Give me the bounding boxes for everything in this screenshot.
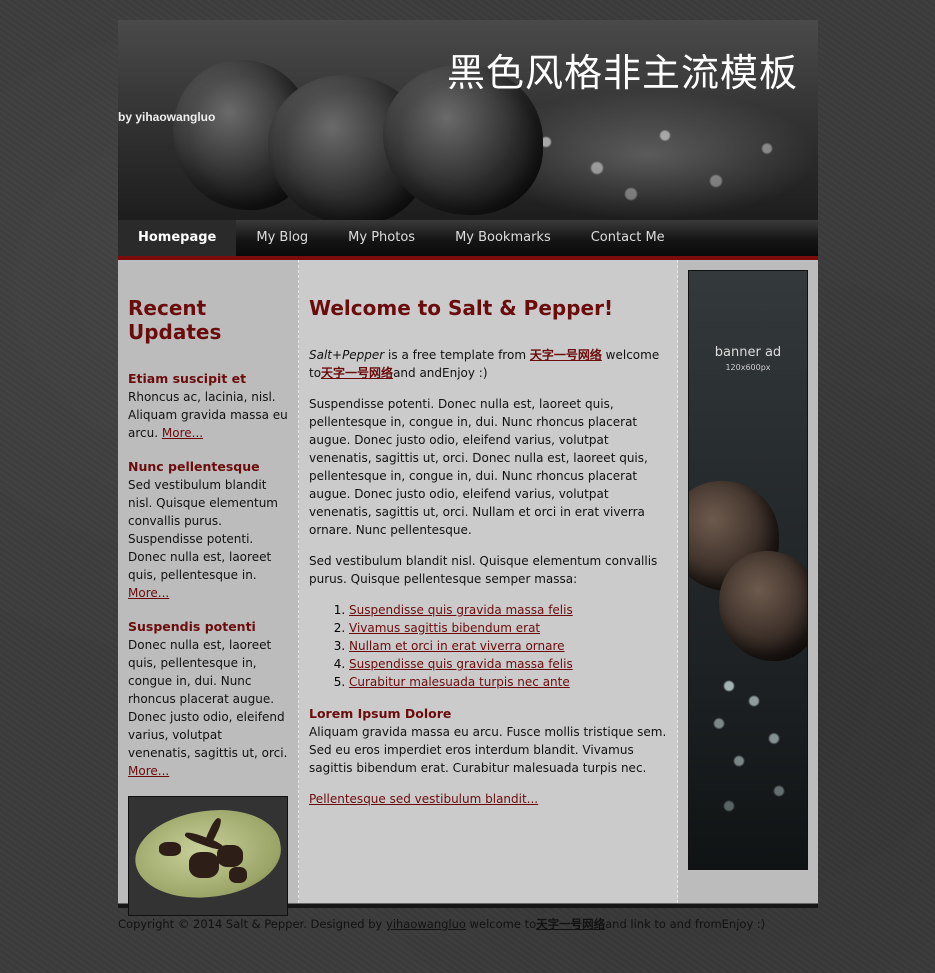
page-wrapper: 黑色风格非主流模板 by yihaowangluo Homepage My Bl… bbox=[118, 20, 818, 932]
main-nav: Homepage My Blog My Photos My Bookmarks … bbox=[118, 220, 818, 260]
spice-image bbox=[159, 842, 181, 856]
body-paragraph: Sed vestibulum blandit nisl. Quisque ele… bbox=[309, 554, 658, 586]
bottom-link[interactable]: Pellentesque sed vestibulum blandit... bbox=[309, 792, 538, 806]
list-link[interactable]: Suspendisse quis gravida massa felis bbox=[349, 657, 573, 671]
update-title: Suspendis potenti bbox=[128, 619, 256, 634]
nav-contact-me[interactable]: Contact Me bbox=[571, 220, 685, 256]
update-item: Etiam suscipit et Rhoncus ac, lacinia, n… bbox=[128, 370, 288, 442]
link-list: Suspendisse quis gravida massa felis Viv… bbox=[309, 601, 667, 691]
list-item: Suspendisse quis gravida massa felis bbox=[349, 601, 667, 619]
right-sidebar: banner ad 120x600px bbox=[678, 260, 818, 903]
list-link[interactable]: Nullam et orci in erat viverra ornare bbox=[349, 639, 565, 653]
update-text: Rhoncus ac, lacinia, nisl. Aliquam gravi… bbox=[128, 390, 288, 440]
spice-image bbox=[217, 845, 243, 867]
update-item: Nunc pellentesque Sed vestibulum blandit… bbox=[128, 458, 288, 602]
more-link[interactable]: More... bbox=[128, 764, 169, 778]
update-text: Donec nulla est, laoreet quis, pellentes… bbox=[128, 638, 288, 778]
nav-my-photos[interactable]: My Photos bbox=[328, 220, 435, 256]
banner-title: banner ad bbox=[714, 345, 782, 360]
update-title: Nunc pellentesque bbox=[128, 459, 260, 474]
more-link[interactable]: More... bbox=[162, 426, 203, 440]
spice-image bbox=[229, 867, 247, 883]
footer-site-link[interactable]: 天字一号网络 bbox=[536, 917, 605, 931]
list-item: Nullam et orci in erat viverra ornare bbox=[349, 637, 667, 655]
banner-size: 120x600px bbox=[725, 363, 771, 372]
site-subtitle: by yihaowangluo bbox=[118, 110, 216, 124]
nav-my-blog[interactable]: My Blog bbox=[236, 220, 328, 256]
list-item: Suspendisse quis gravida massa felis bbox=[349, 655, 667, 673]
content-area: Recent Updates Etiam suscipit et Rhoncus… bbox=[118, 260, 818, 916]
list-link[interactable]: Vivamus sagittis bibendum erat bbox=[349, 621, 540, 635]
intro-paragraph: Salt+Pepper is a free template from 天字一号… bbox=[309, 348, 660, 380]
intro-link[interactable]: 天字一号网络 bbox=[530, 348, 602, 362]
more-link[interactable]: More... bbox=[128, 586, 169, 600]
update-title: Etiam suscipit et bbox=[128, 371, 247, 386]
site-title: 黑色风格非主流模板 bbox=[446, 51, 798, 95]
list-item: Vivamus sagittis bibendum erat bbox=[349, 619, 667, 637]
left-sidebar: Recent Updates Etiam suscipit et Rhoncus… bbox=[118, 260, 299, 916]
intro-link[interactable]: 天字一号网络 bbox=[321, 366, 393, 380]
bottom-link-paragraph: Pellentesque sed vestibulum blandit... bbox=[309, 790, 667, 808]
body-paragraph: Aliquam gravida massa eu arcu. Fusce mol… bbox=[309, 725, 667, 775]
header-banner: 黑色风格非主流模板 by yihaowangluo bbox=[118, 20, 818, 220]
update-text: Sed vestibulum blandit nisl. Quisque ele… bbox=[128, 478, 278, 600]
update-item: Suspendis potenti Donec nulla est, laore… bbox=[128, 618, 288, 780]
nav-homepage[interactable]: Homepage bbox=[118, 220, 237, 256]
nav-my-bookmarks[interactable]: My Bookmarks bbox=[435, 220, 571, 256]
lorem-subheading: Lorem Ipsum Dolore bbox=[309, 706, 452, 721]
spices-photo bbox=[128, 796, 288, 916]
body-paragraph: Suspendisse potenti. Donec nulla est, la… bbox=[309, 397, 648, 537]
welcome-heading: Welcome to Salt & Pepper! bbox=[309, 296, 614, 320]
spice-image bbox=[189, 852, 219, 878]
main-column: Welcome to Salt & Pepper! Salt+Pepper is… bbox=[299, 260, 678, 903]
list-item: Curabitur malesuada turpis nec ante bbox=[349, 673, 667, 691]
list-link[interactable]: Curabitur malesuada turpis nec ante bbox=[349, 675, 570, 689]
salt-crystals-image bbox=[699, 671, 799, 821]
footer-designer-link[interactable]: yihaowangluo bbox=[386, 917, 466, 931]
recent-updates-heading: Recent Updates bbox=[128, 296, 222, 344]
list-link[interactable]: Suspendisse quis gravida massa felis bbox=[349, 603, 573, 617]
banner-ad[interactable]: banner ad 120x600px bbox=[688, 270, 808, 870]
peppercorn-image bbox=[719, 551, 807, 661]
